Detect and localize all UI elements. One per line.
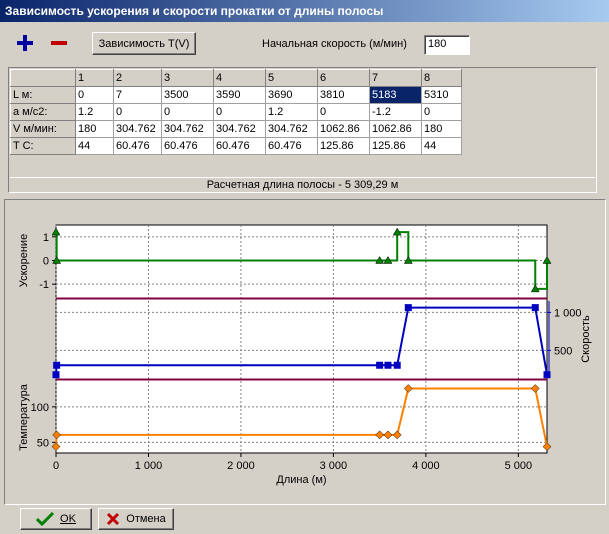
row-header: T C: (10, 137, 76, 155)
column-header: 3 (161, 69, 214, 87)
grid-cell[interactable]: 0 (317, 103, 370, 121)
grid-cell[interactable]: 0 (113, 103, 162, 121)
data-point (543, 371, 551, 379)
chart-panel: 0 1 000 2 000 3 000 4 000 5 000 Длина (м) 1 0 -1 У… (4, 199, 606, 505)
grid-cell[interactable]: 60.476 (213, 137, 266, 155)
grid-cell[interactable]: 304.762 (161, 120, 214, 138)
y-tick-label: -1 (39, 279, 49, 291)
y-axis-label: Скорость (580, 315, 592, 363)
minus-icon (51, 41, 67, 45)
grid-cell[interactable]: 304.762 (213, 120, 266, 138)
y-tick-label: 1 (43, 232, 49, 244)
y-tick-label: 0 (43, 256, 49, 268)
x-tick-label: 2 000 (227, 460, 255, 472)
grid-cell[interactable]: 180 (75, 120, 114, 138)
data-point (404, 304, 412, 312)
x-tick-label: 0 (53, 460, 59, 472)
dependency-button[interactable]: Зависимость T(V) (92, 32, 196, 55)
column-header: 8 (421, 69, 462, 87)
y-tick-label: 1 000 (554, 307, 582, 319)
grid-cell[interactable]: 7 (113, 86, 162, 104)
grid-cell[interactable]: 1062.86 (369, 120, 422, 138)
grid-cell[interactable]: 60.476 (113, 137, 162, 155)
window-title: Зависимость ускорения и скорости прокатк… (0, 0, 609, 22)
y-axis-label: Ускорение (18, 234, 30, 287)
x-axis-label: Длина (м) (276, 474, 326, 486)
cancel-label: Отмена (126, 513, 166, 525)
column-header: 4 (213, 69, 266, 87)
grid-cell[interactable]: 1.2 (75, 103, 114, 121)
add-row-button[interactable] (14, 33, 36, 53)
grid-cell[interactable]: 5310 (421, 86, 462, 104)
grid-cell[interactable]: 60.476 (265, 137, 318, 155)
y-tick-label: 100 (31, 402, 49, 414)
row-header: L м: (10, 86, 76, 104)
data-point (393, 361, 401, 369)
data-point (531, 304, 539, 312)
x-tick-label: 3 000 (320, 460, 348, 472)
data-point (52, 371, 60, 379)
grid-cell[interactable]: 60.476 (161, 137, 214, 155)
remove-row-button[interactable] (48, 33, 70, 53)
calculated-length: Расчетная длина полосы - 5 309,29 м (10, 177, 595, 192)
grid-cell[interactable]: 1062.86 (317, 120, 370, 138)
ok-label: OK (60, 513, 76, 525)
x-tick-label: 5 000 (505, 460, 533, 472)
grid-cell[interactable]: 0 (75, 86, 114, 104)
length-chart: 0 1 000 2 000 3 000 4 000 5 000 Длина (м) 1 0 -1 У… (18, 224, 592, 486)
row-header: a м/c2: (10, 103, 76, 121)
data-grid: 12345678L м: 0 7 3500 3590 3690 3810 5183 5310 a … (8, 67, 597, 193)
grid-cell[interactable]: 125.86 (369, 137, 422, 155)
x-tick-label: 4 000 (412, 460, 440, 472)
column-header: 1 (75, 69, 114, 87)
initial-speed-input[interactable]: 180 (424, 35, 470, 55)
grid-corner (10, 69, 76, 87)
y-axis-label: Температура (18, 383, 30, 451)
grid-cell[interactable]: 180 (421, 120, 462, 138)
grid-cell[interactable]: 3500 (161, 86, 214, 104)
grid-cell[interactable]: 0 (213, 103, 266, 121)
grid-cell[interactable]: 125.86 (317, 137, 370, 155)
grid-cell[interactable]: 44 (421, 137, 462, 155)
cross-icon (107, 512, 120, 526)
plot-area (55, 224, 548, 454)
plus-icon (17, 35, 33, 51)
grid-cell[interactable]: -1.2 (369, 103, 422, 121)
data-point (384, 361, 392, 369)
column-header: 5 (265, 69, 318, 87)
grid-cell[interactable]: 3690 (265, 86, 318, 104)
grid-cell[interactable]: 304.762 (113, 120, 162, 138)
grid-cell[interactable]: 304.762 (265, 120, 318, 138)
row-header: V м/мин: (10, 120, 76, 138)
column-header: 7 (369, 69, 422, 87)
grid-cell[interactable]: 5183 (369, 86, 422, 104)
grid-cell[interactable]: 0 (161, 103, 214, 121)
column-header: 6 (317, 69, 370, 87)
cancel-button[interactable]: Отмена (98, 508, 174, 530)
column-header: 2 (113, 69, 162, 87)
y-tick-label: 500 (554, 345, 572, 357)
grid-cell[interactable]: 3810 (317, 86, 370, 104)
grid-cell[interactable]: 44 (75, 137, 114, 155)
checkmark-icon (36, 512, 55, 526)
initial-speed-label: Начальная скорость (м/мин) (262, 38, 407, 50)
data-point (376, 361, 384, 369)
data-point (53, 361, 61, 369)
x-tick-label: 1 000 (135, 460, 163, 472)
grid-cell[interactable]: 3590 (213, 86, 266, 104)
ok-button[interactable]: OK (20, 508, 92, 530)
y-tick-label: 50 (37, 437, 49, 449)
data-table: 12345678L м: 0 7 3500 3590 3690 3810 5183 5310 a … (10, 69, 462, 155)
grid-cell[interactable]: 0 (421, 103, 462, 121)
grid-cell[interactable]: 1.2 (265, 103, 318, 121)
